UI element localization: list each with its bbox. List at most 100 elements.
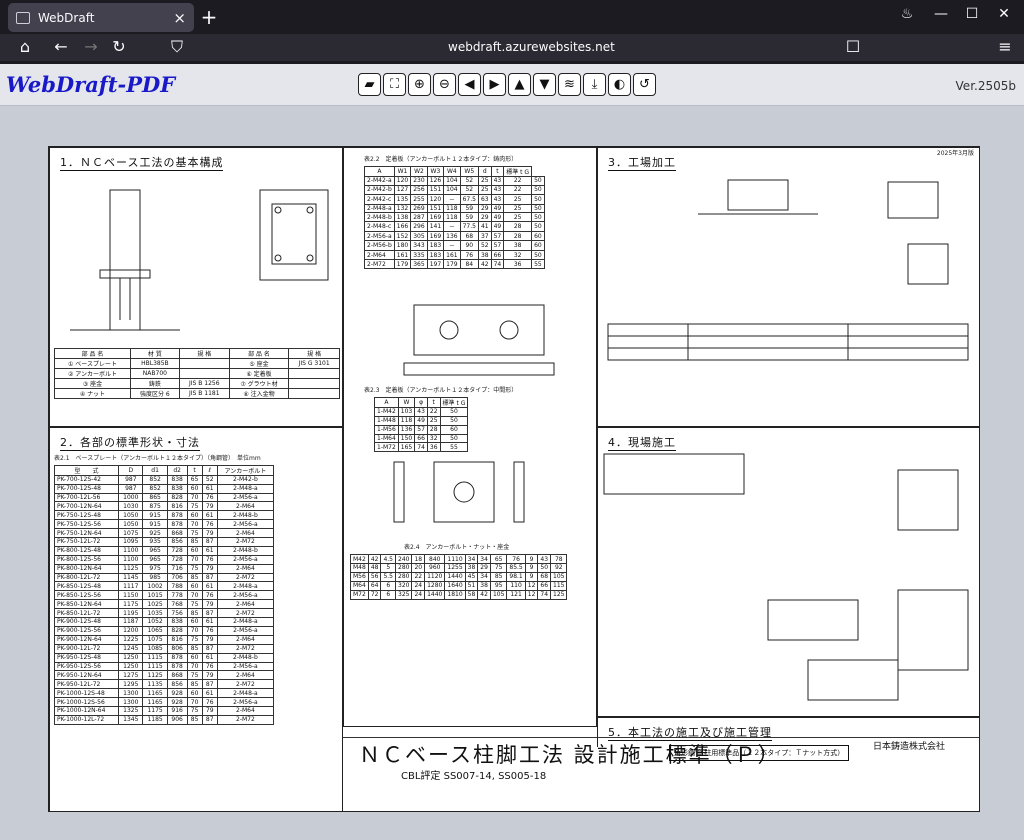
table-cell: 1-M64	[374, 433, 399, 444]
table-cell: 788	[166, 581, 188, 592]
section-basic-structure: 1．ＮＣベース工法の基本構成 部 品 名材 質規 格部 品 名規 格 ① ベース…	[49, 147, 343, 427]
table-cell: 52	[459, 175, 479, 186]
fit-icon[interactable]: ⛶	[383, 73, 406, 96]
table-2-4-caption: 表2.4 アンカーボルト・ナット・座金	[404, 544, 510, 552]
table-cell: 935	[142, 537, 168, 547]
table-cell: PK-850-12N-64	[53, 599, 120, 610]
rotate-icon[interactable]: ↺	[633, 73, 656, 96]
app-logo: WebDraft-PDF	[6, 72, 176, 97]
table-cell: 61	[201, 688, 218, 699]
folder-icon[interactable]: ▰	[358, 73, 381, 96]
table-cell: 70	[186, 697, 203, 707]
zoom-out-icon[interactable]: ⊖	[433, 73, 456, 96]
table-cell: 166	[393, 221, 412, 233]
tab-webdraft[interactable]: WebDraft ×	[8, 3, 194, 32]
download-icon[interactable]: ⤓	[583, 73, 606, 96]
table-cell: 75	[186, 705, 203, 716]
table-cell: 29	[477, 562, 491, 573]
mid-plate-row: 1-M64 150 66 32 50	[374, 433, 469, 444]
table-cell: 1280	[424, 580, 446, 591]
table-cell: 1000	[118, 492, 144, 503]
title-block-border	[343, 737, 979, 738]
table-cell: 43	[414, 406, 428, 417]
table-cell: 9	[524, 554, 539, 564]
table-cell: 49	[490, 212, 505, 223]
table-cell: 1250	[118, 652, 144, 663]
baseplate-row: PK-950-12S-48 1250 1115 878 60 61 2-M48-b	[53, 652, 275, 663]
flame-icon[interactable]: ♨	[895, 6, 919, 22]
close-tab-icon[interactable]: ×	[173, 9, 186, 27]
table-cell: 1050	[118, 519, 144, 530]
table-cell: 838	[166, 474, 188, 485]
table-cell: 50	[531, 203, 545, 214]
table-cell: 716	[166, 563, 188, 574]
table-cell: 37	[477, 231, 492, 242]
table-cell: 77.5	[459, 221, 479, 233]
table-cell: 1810	[444, 589, 466, 600]
table-cell: 48	[367, 562, 382, 573]
bookmark-icon[interactable]: ☐	[842, 37, 864, 56]
table-cell: 1250	[118, 661, 144, 672]
arrow-up-icon[interactable]: ▲	[508, 73, 531, 96]
home-button[interactable]: ⌂	[14, 37, 36, 56]
baseplate-row: PK-850-12N-64 1175 1025 768 75 79 2-M64	[53, 599, 275, 610]
table-cell: 90	[459, 240, 479, 252]
table-cell: 169	[426, 231, 445, 242]
table-cell: 2-M72	[364, 259, 395, 270]
table-cell: 79	[201, 528, 218, 539]
table-cell: 24	[411, 580, 426, 591]
table-cell: 365	[410, 259, 428, 270]
anchor-plate-row: 2-M48-a 132 269 151 118 59 29 49 25 50	[364, 203, 545, 214]
new-tab-button[interactable]: +	[198, 5, 220, 29]
close-window-button[interactable]: ✕	[992, 6, 1016, 22]
table-cell: 34	[477, 554, 491, 564]
table-cell: PK-800-12S-48	[53, 545, 120, 556]
forward-button[interactable]: →	[80, 37, 102, 56]
drawing-sheet: 1．ＮＣベース工法の基本構成 部 品 名材 質規 格部 品 名規 格 ① ベース…	[48, 146, 980, 812]
menu-icon[interactable]: ≡	[994, 37, 1016, 56]
table-cell: 118	[443, 212, 461, 223]
table-cell: 816	[166, 634, 188, 645]
arrow-down-icon[interactable]: ▼	[533, 73, 556, 96]
address-bar[interactable]: webdraft.azurewebsites.net	[448, 40, 615, 54]
table-cell: 36	[426, 442, 441, 453]
table-cell: 92	[550, 562, 568, 573]
back-button[interactable]: ←	[50, 37, 72, 56]
layers-icon[interactable]: ≋	[558, 73, 581, 96]
minimize-button[interactable]: —	[929, 6, 953, 22]
baseplate-row: PK-900-12N-64 1225 1075 816 75 79 2-M64	[53, 634, 275, 645]
zoom-in-icon[interactable]: ⊕	[408, 73, 431, 96]
baseplate-row: PK-750-12L-72 1095 935 856 85 87 2-M72	[53, 537, 275, 547]
table-cell: 1135	[142, 679, 168, 690]
table-cell: 852	[142, 474, 168, 485]
table-cell: 85	[186, 608, 203, 619]
table-cell: 55	[439, 442, 469, 453]
table-cell: 2-M72	[216, 643, 275, 654]
table-cell: PK-750-12N-64	[53, 528, 120, 539]
reload-button[interactable]: ↻	[108, 37, 130, 56]
table-cell: 6	[380, 589, 396, 600]
table-cell: 5	[380, 562, 396, 573]
arrow-left-icon[interactable]: ◀	[458, 73, 481, 96]
table-cell: 28	[426, 424, 441, 435]
table-cell: 906	[166, 714, 188, 725]
mid-plate-table: A Wφ t 標準 t G 1-M42 103 43 22 50 1-M48 118 49 25 50 1…	[374, 396, 469, 453]
table-cell: 197	[426, 259, 445, 270]
table-cell: 50	[531, 250, 545, 261]
contrast-icon[interactable]: ◐	[608, 73, 631, 96]
arrow-right-icon[interactable]: ▶	[483, 73, 506, 96]
parts-table: 部 品 名材 質規 格部 品 名規 格 ① ベースプレート HBL385B ⑤ 座金…	[54, 348, 340, 399]
bolt-row: M72 72 6 325 24 1440 1810 58 42 105 121 12 74 125	[350, 589, 568, 600]
table-cell: 79	[201, 563, 218, 574]
baseplate-row: PK-800-12L-72 1145 985 706 85 87 2-M72	[53, 572, 275, 583]
table-cell: 878	[166, 661, 188, 672]
maximize-button[interactable]: ☐	[960, 6, 984, 22]
shield-icon[interactable]: ⛉	[166, 37, 188, 57]
table-cell: 25	[503, 203, 533, 214]
table-cell: 875	[142, 501, 168, 512]
table-cell: 965	[142, 545, 168, 556]
table-2-1-caption: 表2.1 ベースプレート（アンカーボルト１２本タイプ）（角鋼管） 単位mm	[54, 455, 261, 462]
table-cell: 183	[426, 250, 445, 261]
table-cell: 169	[426, 212, 445, 223]
bolt-row: M48 48 5 280 20 960 1255 38 29 75 85.5 9 50 92	[350, 562, 568, 573]
